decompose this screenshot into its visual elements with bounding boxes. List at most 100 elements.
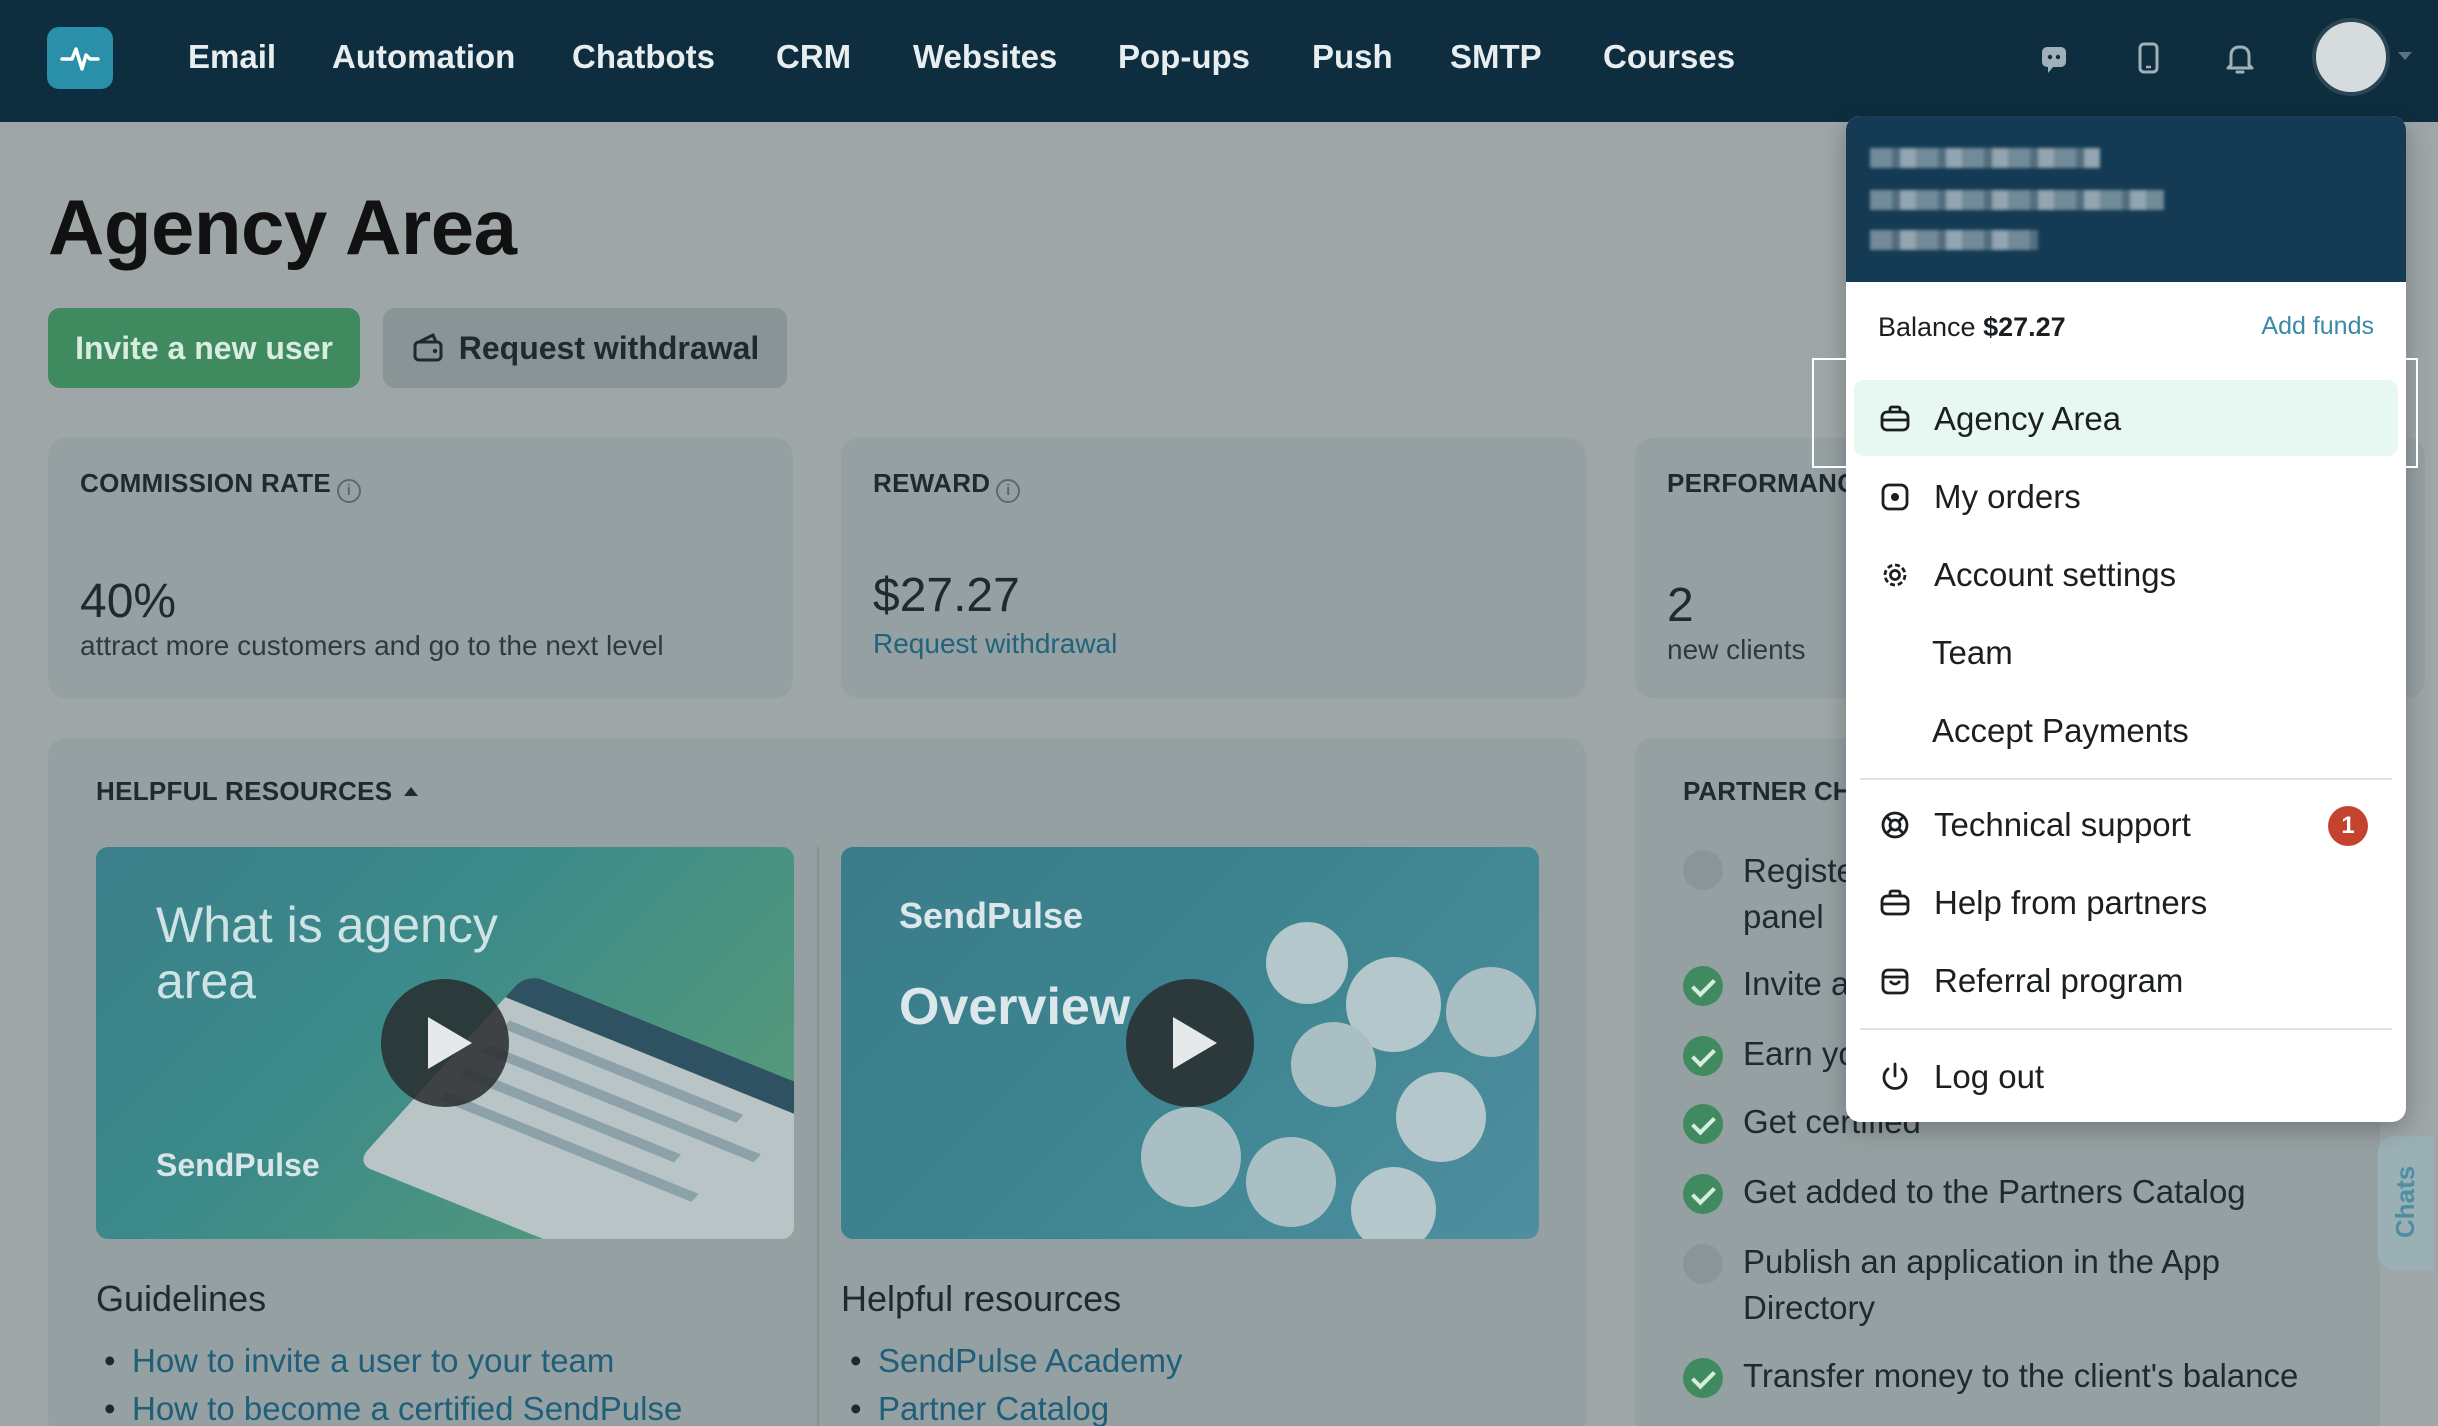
gift-icon (1881, 968, 1909, 995)
guideline-link[interactable]: How to invite a user to your team (104, 1342, 614, 1380)
menu-item-label: Accept Payments (1932, 712, 2189, 749)
menu-item-label: Help from partners (1934, 884, 2208, 921)
commission-value: 40% (80, 575, 177, 628)
code-icon (1246, 1137, 1336, 1227)
nav-chatbots[interactable]: Chatbots (572, 38, 715, 76)
menu-item-log-out[interactable]: Log out (1854, 1038, 2398, 1114)
redacted-name (1870, 148, 2100, 168)
briefcase-icon (1880, 889, 1910, 916)
wallet-icon (413, 333, 443, 362)
info-icon[interactable]: i (996, 479, 1021, 503)
step-label[interactable]: Registe panel (1743, 848, 1855, 940)
play-icon[interactable] (1126, 979, 1254, 1107)
nav-email[interactable]: Email (188, 38, 276, 76)
helpful-resources-toggle[interactable]: HELPFUL RESOURCES (96, 776, 419, 807)
invite-user-button[interactable]: Invite a new user (48, 308, 360, 388)
step-label[interactable]: Get added to the Partners Catalog (1743, 1169, 2246, 1215)
request-withdrawal-label: Request withdrawal (458, 329, 760, 366)
performance-value: 2 (1667, 579, 1694, 632)
divider (817, 847, 819, 1426)
redacted-id (1870, 230, 2038, 250)
commission-sub: attract more customers and go to the nex… (80, 630, 664, 661)
chevron-down-icon[interactable] (2398, 52, 2412, 60)
menu-item-label: My orders (1934, 478, 2081, 515)
menu-item-help-from-partners[interactable]: Help from partners (1854, 864, 2398, 940)
commission-label: COMMISSION RATE i (80, 468, 362, 503)
guidelines-title: Guidelines (96, 1278, 267, 1319)
chat-bubble-icon (1351, 1167, 1436, 1239)
performance-sub: new clients (1667, 634, 1806, 665)
menu-item-accept-payments[interactable]: Accept Payments (1854, 692, 2398, 768)
email-icon (1266, 922, 1348, 1004)
course-icon (1396, 1072, 1486, 1162)
step-status-icon (1683, 1244, 1723, 1284)
step-label[interactable]: Earn yo (1743, 1031, 1857, 1077)
menu-item-technical-support[interactable]: Technical support 1 (1854, 786, 2398, 862)
orders-icon (1881, 483, 1909, 511)
highlight-frame (1812, 358, 2418, 468)
menu-item-my-orders[interactable]: My orders (1854, 458, 2398, 534)
chats-tab[interactable]: Chats (2378, 1136, 2434, 1270)
reward-label: REWARD i (873, 468, 1021, 503)
check-icon (1683, 1358, 1723, 1398)
reward-withdraw-link[interactable]: Request withdrawal (873, 628, 1117, 660)
video-brand: SendPulse (899, 895, 1084, 936)
video-overview[interactable]: SendPulse Overview (841, 847, 1539, 1239)
menu-item-label: Technical support (1934, 806, 2191, 843)
page-title: Agency Area (48, 183, 517, 271)
nav-courses[interactable]: Courses (1603, 38, 1735, 76)
chat-icon[interactable] (2034, 38, 2074, 78)
check-icon (1683, 1104, 1723, 1144)
power-icon (1882, 1062, 1908, 1090)
balance: Balance $27.27 (1878, 312, 2066, 342)
performance-label: PERFORMANC (1667, 468, 1857, 498)
chats-tab-label: Chats (2390, 1165, 2420, 1238)
check-icon (1683, 1036, 1723, 1076)
menu-divider (1860, 778, 2392, 780)
sendpulse-logo-icon[interactable] (47, 27, 113, 89)
menu-item-label: Team (1932, 634, 2013, 671)
guideline-link[interactable]: How to become a certified SendPulse (104, 1390, 682, 1426)
notification-badge: 1 (2328, 806, 2368, 846)
step-status-icon (1683, 850, 1723, 890)
lifebuoy-icon (1881, 811, 1909, 839)
reward-card: REWARD i $27.27 Request withdrawal (841, 438, 1586, 698)
video-title-line1: What is agency (156, 897, 498, 953)
phone-icon[interactable] (2128, 38, 2168, 78)
check-icon (1683, 1174, 1723, 1214)
menu-item-account-settings[interactable]: Account settings (1854, 536, 2398, 612)
redacted-email (1870, 190, 2164, 210)
info-icon[interactable]: i (337, 479, 362, 503)
menu-item-referral-program[interactable]: Referral program (1854, 942, 2398, 1018)
nav-automation[interactable]: Automation (332, 38, 515, 76)
request-withdrawal-button[interactable]: Request withdrawal (383, 308, 787, 388)
play-icon[interactable] (381, 979, 509, 1107)
nav-crm[interactable]: CRM (776, 38, 851, 76)
video-what-is-agency-area[interactable]: What is agency area SendPulse (96, 847, 794, 1239)
nav-websites[interactable]: Websites (913, 38, 1057, 76)
helpful-resources-subtitle: Helpful resources (841, 1278, 1122, 1319)
gear-icon (1883, 563, 1907, 587)
account-info-header (1846, 116, 2406, 282)
add-funds-link[interactable]: Add funds (2261, 312, 2374, 341)
nav-smtp[interactable]: SMTP (1450, 38, 1542, 76)
nav-push[interactable]: Push (1312, 38, 1393, 76)
menu-item-team[interactable]: Team (1854, 614, 2398, 690)
bell-icon[interactable] (2220, 38, 2260, 78)
resource-link[interactable]: SendPulse Academy (850, 1342, 1182, 1380)
step-label[interactable]: Transfer money to the client's balance (1743, 1353, 2298, 1399)
reward-value: $27.27 (873, 569, 1020, 622)
top-navigation: Email Automation Chatbots CRM Websites P… (0, 0, 2438, 122)
account-dropdown-menu: Balance $27.27 Add funds Agency Area My … (1846, 116, 2406, 1122)
avatar[interactable] (2312, 18, 2390, 96)
step-label[interactable]: Invite a (1743, 961, 1849, 1007)
step-label[interactable]: Publish an application in the App Directo… (1743, 1239, 2220, 1331)
commission-card: COMMISSION RATE i 40% attract more custom… (48, 438, 793, 698)
collapse-icon (404, 787, 419, 796)
menu-item-label: Account settings (1934, 556, 2177, 593)
checklist-icon (1141, 1107, 1241, 1207)
nav-popups[interactable]: Pop-ups (1118, 38, 1250, 76)
resource-link[interactable]: Partner Catalog (850, 1390, 1109, 1426)
video-brand: SendPulse (156, 1147, 320, 1183)
check-icon (1683, 966, 1723, 1006)
